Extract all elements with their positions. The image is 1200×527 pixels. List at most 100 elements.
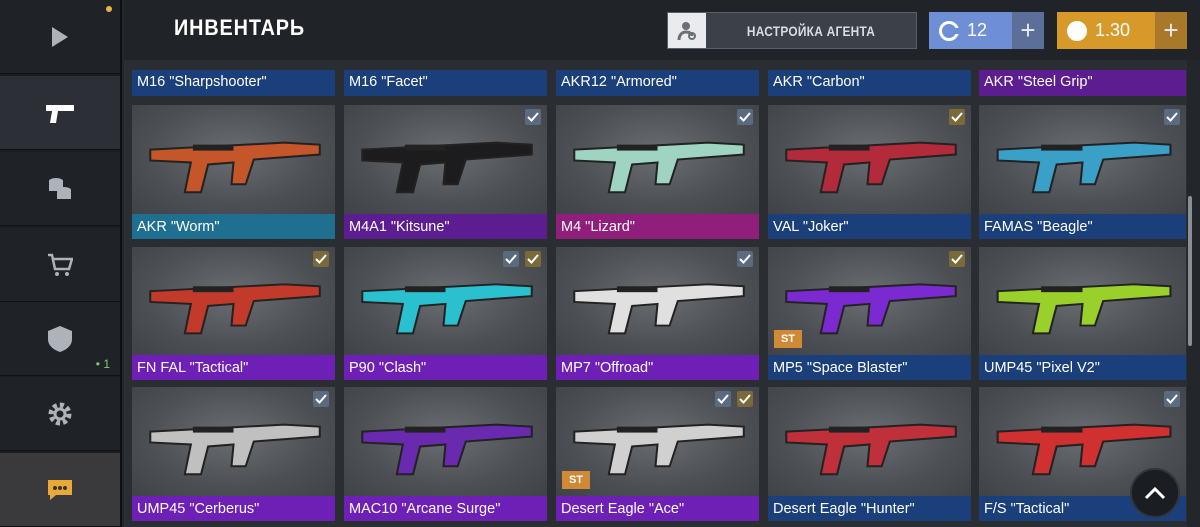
sidebar-item-chat[interactable]	[0, 453, 120, 527]
inventory-item[interactable]: FAMAS "Beagle"	[979, 105, 1186, 239]
sidebar-item-shop[interactable]	[0, 228, 120, 302]
item-name: AKR "Carbon"	[768, 70, 971, 96]
check-icon	[1164, 109, 1180, 125]
item-name: M4A1 "Kitsune"	[344, 214, 547, 239]
add-gold-button[interactable]: +	[1155, 12, 1187, 49]
coins-stack-icon	[47, 176, 73, 202]
shield-icon	[47, 325, 73, 353]
inventory-item[interactable]: UMP45 "Cerberus"	[132, 387, 335, 521]
item-name: AKR "Worm"	[132, 214, 335, 239]
inventory-item[interactable]: M4A1 "Kitsune"	[344, 105, 547, 239]
item-name: M16 "Sharpshooter"	[132, 70, 335, 96]
check-icon	[949, 109, 965, 125]
sidebar-item-clan[interactable]: • 1	[0, 302, 120, 376]
agent-settings-button[interactable]: НАСТРОЙКА АГЕНТА	[667, 12, 917, 49]
chat-icon	[46, 478, 74, 502]
weapon-image	[132, 105, 335, 214]
sidebar-item-play[interactable]	[0, 0, 120, 74]
inventory-item[interactable]: UMP45 "Pixel V2"	[979, 247, 1186, 380]
weapon-image	[344, 387, 547, 496]
inventory-item[interactable]: ST MP5 "Space Blaster"	[768, 247, 971, 380]
check-icon	[1164, 391, 1180, 407]
sidebar-item-coins[interactable]	[0, 152, 120, 226]
gold-currency: 1.30 +	[1057, 12, 1187, 49]
inventory-item[interactable]: M16 "Facet"	[344, 70, 547, 96]
item-name: P90 "Clash"	[344, 355, 547, 380]
inventory-item[interactable]: P90 "Clash"	[344, 247, 547, 380]
scroll-top-button[interactable]	[1130, 468, 1180, 518]
check-icon	[525, 251, 541, 267]
item-name: M4 "Lizard"	[556, 214, 759, 239]
check-icon	[737, 251, 753, 267]
gold-value: 1.30	[1057, 12, 1155, 49]
inventory-item[interactable]: ST Desert Eagle "Ace"	[556, 387, 759, 521]
gold-coin-icon	[1067, 20, 1087, 41]
silver-amount: 12	[967, 20, 988, 40]
weapon-image	[768, 387, 971, 496]
weapon-image	[768, 105, 971, 214]
inventory-item[interactable]: MAC10 "Arcane Surge"	[344, 387, 547, 521]
inventory-item[interactable]: AKR "Carbon"	[768, 70, 971, 96]
inventory-item[interactable]: M16 "Sharpshooter"	[132, 70, 335, 96]
silver-currency: 12 +	[929, 12, 1044, 49]
weapon-image	[556, 105, 759, 214]
stattrack-badge: ST	[562, 471, 590, 489]
inventory-item[interactable]: MP7 "Offroad"	[556, 247, 759, 380]
sidebar-item-settings[interactable]	[0, 377, 120, 451]
item-name: Desert Eagle "Hunter"	[768, 496, 971, 521]
clan-count: • 1	[95, 357, 110, 371]
item-name: UMP45 "Pixel V2"	[979, 355, 1186, 380]
check-icon	[313, 391, 329, 407]
pistol-icon	[45, 102, 75, 124]
check-icon	[737, 391, 753, 407]
header: ИНВЕНТАРЬ НАСТРОЙКА АГЕНТА 12 + 1.30 +	[124, 0, 1200, 60]
inventory-item[interactable]: FN FAL "Tactical"	[132, 247, 335, 380]
item-name: AKR "Steel Grip"	[979, 70, 1186, 96]
weapon-image	[132, 247, 335, 355]
weapon-image	[132, 387, 335, 496]
stattrack-badge: ST	[774, 330, 802, 348]
play-icon	[51, 26, 69, 48]
add-silver-button[interactable]: +	[1012, 12, 1044, 49]
item-name: MP5 "Space Blaster"	[768, 355, 971, 380]
agent-icon	[668, 13, 706, 48]
sidebar: • 1	[0, 0, 122, 527]
item-name: AKR12 "Armored"	[556, 70, 759, 96]
silver-value: 12	[929, 12, 1012, 49]
check-icon	[313, 251, 329, 267]
check-icon	[737, 109, 753, 125]
inventory-item[interactable]: VAL "Joker"	[768, 105, 971, 239]
check-icon	[715, 391, 731, 407]
weapon-image	[979, 247, 1186, 355]
inventory-item[interactable]: AKR "Worm"	[132, 105, 335, 239]
check-icon	[949, 251, 965, 267]
weapon-image	[344, 105, 547, 214]
scrollbar[interactable]	[1188, 196, 1192, 346]
inventory-item[interactable]: M4 "Lizard"	[556, 105, 759, 239]
item-name: FN FAL "Tactical"	[132, 355, 335, 380]
item-name: M16 "Facet"	[344, 70, 547, 96]
agent-settings-label: НАСТРОЙКА АГЕНТА	[746, 22, 876, 39]
silver-coin-icon	[939, 20, 960, 41]
item-name: MAC10 "Arcane Surge"	[344, 496, 547, 521]
item-name: FAMAS "Beagle"	[979, 214, 1186, 239]
weapon-image	[979, 105, 1186, 214]
inventory-item[interactable]: Desert Eagle "Hunter"	[768, 387, 971, 521]
chevron-up-icon	[1144, 486, 1166, 500]
item-name: VAL "Joker"	[768, 214, 971, 239]
sidebar-item-inventory[interactable]	[0, 76, 120, 150]
inventory-item[interactable]: AKR "Steel Grip"	[979, 70, 1186, 96]
item-name: MP7 "Offroad"	[556, 355, 759, 380]
weapon-image	[556, 247, 759, 355]
app-root: • 1 ИНВЕНТАРЬ НАСТРОЙКА АГЕНТА 12 + 1.30…	[0, 0, 1200, 527]
cart-icon	[47, 253, 73, 277]
item-name: Desert Eagle "Ace"	[556, 496, 759, 521]
notification-dot	[106, 6, 112, 12]
gear-icon	[47, 401, 73, 427]
check-icon	[503, 251, 519, 267]
inventory-grid: M16 "Sharpshooter" M16 "Facet" AKR12 "Armo…	[124, 60, 1187, 527]
gold-amount: 1.30	[1095, 20, 1131, 40]
inventory-item[interactable]: AKR12 "Armored"	[556, 70, 759, 96]
page-title: ИНВЕНТАРЬ	[174, 15, 306, 40]
item-name: UMP45 "Cerberus"	[132, 496, 335, 521]
